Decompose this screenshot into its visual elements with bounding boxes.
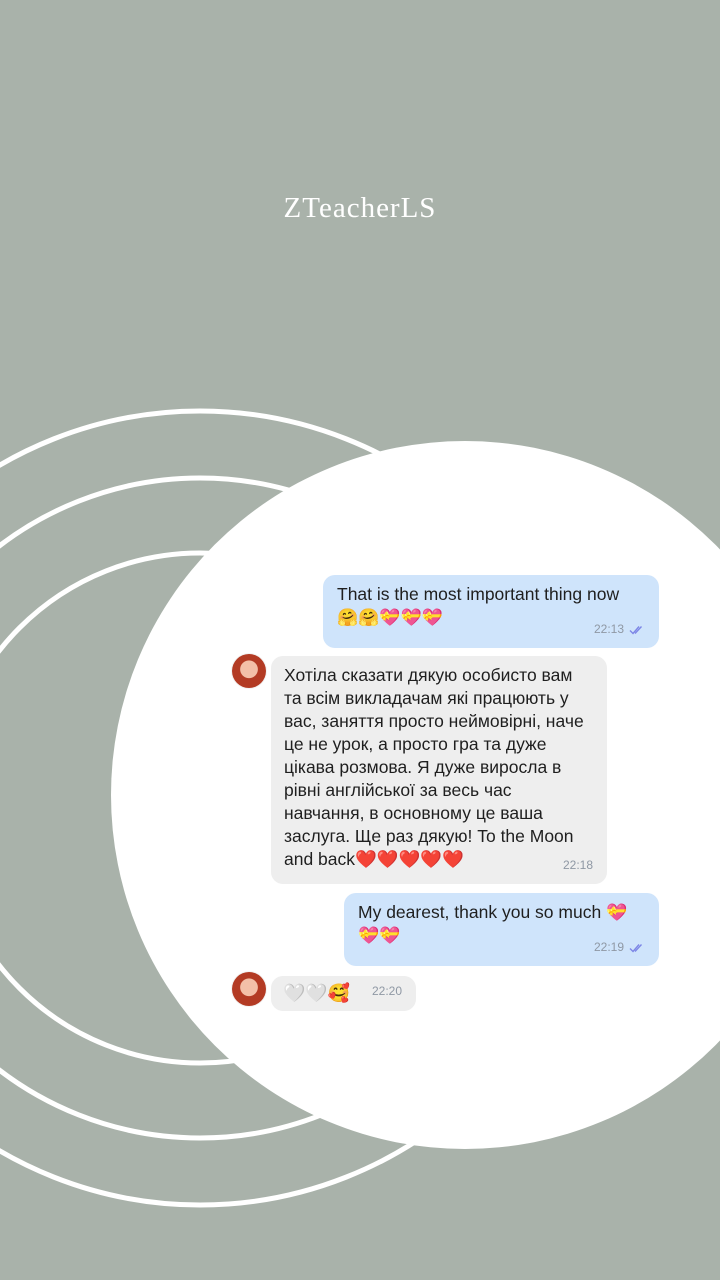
message-meta: 22:13 <box>594 618 645 641</box>
message-meta: 22:20 <box>372 980 402 1003</box>
message-meta: 22:19 <box>594 936 645 959</box>
read-check-icon <box>629 943 643 953</box>
read-check-icon <box>629 625 643 635</box>
message-time: 22:19 <box>593 940 624 954</box>
chat-thread[interactable]: That is the most important thing now 🤗🤗💝… <box>0 0 720 1280</box>
message-outgoing[interactable]: That is the most important thing now 🤗🤗💝… <box>323 575 659 648</box>
message-outgoing[interactable]: My dearest, thank you so much 💝💝💝 22:19 <box>344 893 659 966</box>
message-incoming[interactable]: 🤍🤍🥰 22:20 <box>271 976 416 1011</box>
message-meta: 22:18 <box>563 854 593 877</box>
message-time: 22:13 <box>593 622 624 636</box>
message-text: That is the most important thing now <box>337 584 620 604</box>
message-text: Хотіла сказати дякую особисто вам та всі… <box>284 665 584 869</box>
message-emojis: 🤍🤍🥰 <box>283 983 351 1003</box>
message-time: 22:20 <box>371 984 402 998</box>
avatar[interactable] <box>232 972 266 1006</box>
avatar[interactable] <box>232 654 266 688</box>
message-incoming[interactable]: Хотіла сказати дякую особисто вам та всі… <box>271 656 607 884</box>
message-text: My dearest, thank you so much <box>358 902 602 922</box>
message-time: 22:18 <box>562 858 593 872</box>
message-emojis: ❤️❤️❤️❤️❤️ <box>355 849 464 869</box>
